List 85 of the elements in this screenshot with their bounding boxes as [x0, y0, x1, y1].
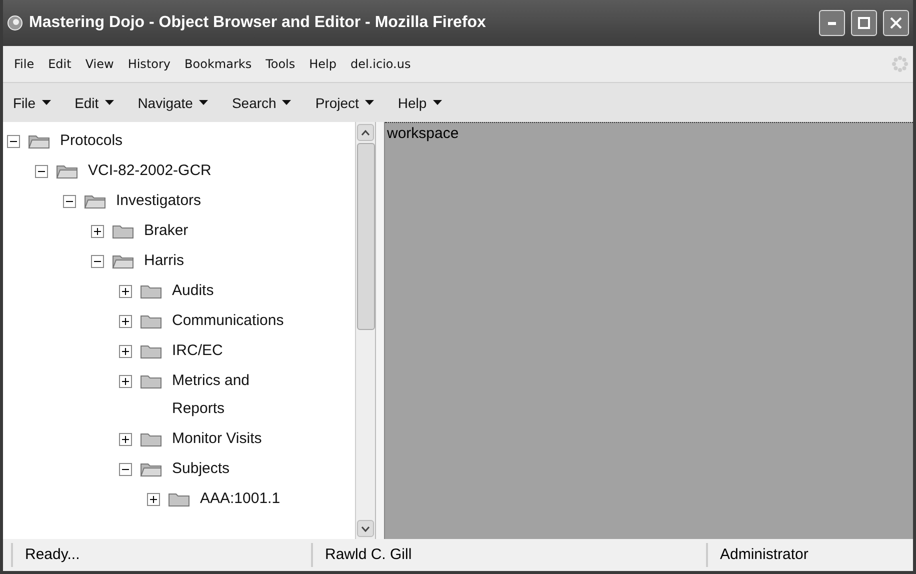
tree-item-label[interactable]: Protocols: [60, 127, 123, 155]
folder-icon: [140, 461, 162, 477]
tree-item-label[interactable]: AAA:1001.1: [200, 485, 280, 513]
plus-icon: [94, 228, 101, 235]
expand-toggle[interactable]: [119, 433, 132, 446]
dropdown-caret-icon: [432, 100, 442, 105]
dropdown-caret-icon: [198, 100, 208, 105]
folder-icon: [112, 253, 134, 269]
expand-toggle[interactable]: [119, 315, 132, 328]
folder-icon: [168, 491, 190, 507]
collapse-toggle[interactable]: [91, 255, 104, 268]
folder-icon: [140, 431, 162, 447]
scrollbar-thumb[interactable]: [356, 143, 374, 330]
menu-item[interactable]: File: [7, 57, 42, 71]
scroll-down-button[interactable]: [357, 520, 374, 537]
tree-item-label[interactable]: IRC/EC: [172, 337, 223, 365]
menu-item[interactable]: Help: [302, 57, 344, 71]
menu-item[interactable]: del.icio.us: [344, 57, 418, 71]
toolbar-menu-button[interactable]: Navigate: [138, 94, 208, 110]
maximize-icon: [858, 17, 870, 29]
tree-item-label[interactable]: Monitor Visits: [172, 425, 262, 453]
dropdown-caret-icon: [282, 100, 292, 105]
expand-toggle[interactable]: [119, 345, 132, 358]
dropdown-caret-icon: [42, 100, 51, 105]
dropdown-caret-icon: [104, 100, 114, 105]
tree-item-label[interactable]: Harris: [144, 247, 184, 275]
tree-item-label[interactable]: Investigators: [116, 187, 202, 215]
menu-item[interactable]: Edit: [41, 57, 78, 71]
plus-icon: [122, 318, 129, 325]
expand-toggle[interactable]: [91, 225, 104, 238]
collapse-toggle[interactable]: [119, 463, 132, 476]
toolbar-menu-button[interactable]: Help: [398, 94, 442, 110]
plus-icon: [122, 436, 129, 443]
expand-toggle[interactable]: [147, 493, 160, 506]
tree-item-label[interactable]: Audits: [172, 277, 214, 305]
tree-item-label[interactable]: Metrics and Reports: [172, 367, 279, 423]
scroll-up-button[interactable]: [357, 124, 374, 141]
toolbar-menu-button[interactable]: Search: [232, 94, 292, 110]
toolbar-menu-button[interactable]: Edit: [74, 94, 114, 110]
plus-icon: [150, 496, 157, 503]
folder-icon: [28, 133, 50, 149]
status-text: Administrator: [706, 543, 913, 567]
collapse-toggle[interactable]: [7, 135, 20, 148]
expand-toggle[interactable]: [119, 375, 132, 388]
minus-icon: [122, 466, 129, 473]
window-title: Mastering Dojo - Object Browser and Editor - Mozilla Firefox: [29, 14, 487, 32]
plus-icon: [122, 378, 129, 385]
menu-item[interactable]: History: [120, 57, 178, 71]
dropdown-caret-icon: [364, 100, 374, 105]
maximize-button[interactable]: [851, 10, 877, 36]
folder-icon: [56, 163, 78, 179]
plus-icon: [122, 288, 129, 295]
menu-item[interactable]: View: [78, 57, 121, 71]
plus-icon: [122, 348, 129, 355]
browser-logo-icon: [7, 15, 23, 31]
folder-icon: [112, 223, 134, 239]
menu-item[interactable]: Tools: [258, 57, 302, 71]
folder-icon: [140, 313, 162, 329]
folder-icon: [140, 373, 162, 389]
status-text: Rawld C. Gill: [311, 543, 698, 567]
folder-icon: [140, 343, 162, 359]
minimize-icon: [828, 22, 836, 24]
status-text: Ready...: [11, 543, 303, 567]
scrollbar[interactable]: [355, 122, 375, 539]
collapse-toggle[interactable]: [63, 195, 76, 208]
expand-toggle[interactable]: [119, 285, 132, 298]
workspace-label: workspace: [387, 125, 459, 142]
tree-item-label[interactable]: Braker: [144, 217, 188, 245]
minus-icon: [38, 168, 45, 175]
tree-item-label[interactable]: Communications: [172, 307, 284, 335]
folder-icon: [140, 283, 162, 299]
tree-item-label[interactable]: Subjects: [172, 455, 230, 483]
toolbar-menu-button[interactable]: Project: [315, 94, 374, 110]
collapse-toggle[interactable]: [35, 165, 48, 178]
close-button[interactable]: [883, 10, 909, 36]
tree-item-label[interactable]: VCI-82-2002-GCR: [88, 157, 212, 185]
close-icon: [890, 17, 902, 29]
minus-icon: [10, 138, 17, 145]
folder-icon: [84, 193, 106, 209]
menu-item[interactable]: Bookmarks: [178, 57, 259, 71]
toolbar-menu-button[interactable]: File: [13, 94, 51, 110]
minus-icon: [66, 198, 73, 205]
minus-icon: [94, 258, 101, 265]
throbber-icon: [891, 55, 909, 73]
minimize-button[interactable]: [819, 10, 845, 36]
